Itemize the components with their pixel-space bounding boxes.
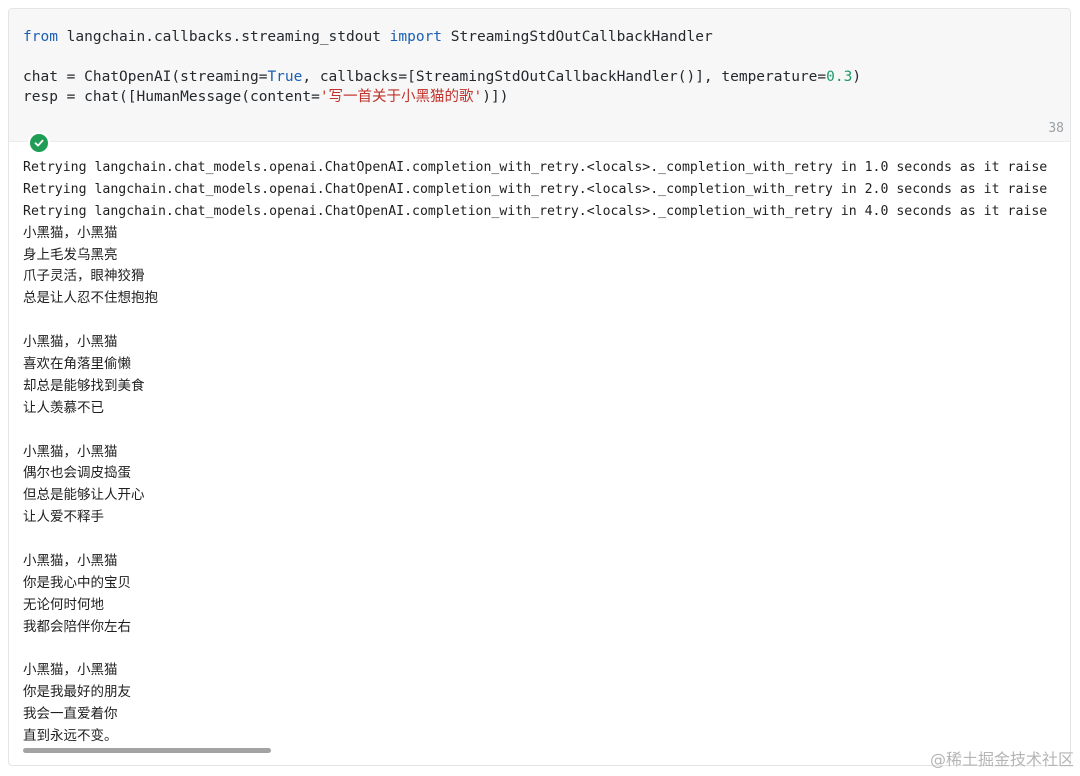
lyric-line: 喜欢在角落里偷懒 <box>23 356 131 373</box>
code-line-1: from langchain.callbacks.streaming_stdou… <box>23 27 713 47</box>
lyric-line: 让人羡慕不已 <box>23 399 104 416</box>
code-text: chat = ChatOpenAI(streaming= <box>23 69 268 85</box>
lyric-line: 你是我心中的宝贝 <box>23 574 131 591</box>
cell-output[interactable]: Retrying langchain.chat_models.openai.Ch… <box>23 157 1055 747</box>
code-line-4: resp = chat([HumanMessage(content='写一首关于… <box>23 87 508 107</box>
lyric-line: 总是让人忍不住想抱抱 <box>23 290 158 307</box>
code-line-3: chat = ChatOpenAI(streaming=True, callba… <box>23 67 861 87</box>
lyric-line: 我都会陪伴你左右 <box>23 618 131 635</box>
cell-divider <box>9 141 1070 142</box>
lyric-line: 小黑猫，小黑猫 <box>23 662 118 679</box>
notebook-cell[interactable]: from langchain.callbacks.streaming_stdou… <box>8 8 1071 766</box>
keyword-import: import <box>389 29 443 45</box>
code-editor[interactable]: from langchain.callbacks.streaming_stdou… <box>9 9 1070 141</box>
code-text: resp = chat([HumanMessage(content= <box>23 89 320 105</box>
lyric-line: 爪子灵活，眼神狡猾 <box>23 268 145 285</box>
module-name: langchain.callbacks.streaming_stdout <box>57 29 390 45</box>
lyric-line: 无论何时何地 <box>23 596 104 613</box>
retry-log-line: Retrying langchain.chat_models.openai.Ch… <box>23 160 1048 175</box>
execution-count: 38 <box>1048 121 1064 136</box>
horizontal-scrollbar[interactable] <box>23 748 1056 753</box>
retry-log-line: Retrying langchain.chat_models.openai.Ch… <box>23 203 1048 219</box>
lyric-line: 却总是能够找到美食 <box>23 377 145 394</box>
code-text: ) <box>852 69 862 85</box>
lyric-line: 小黑猫，小黑猫 <box>23 443 118 460</box>
bool-literal: True <box>267 69 303 85</box>
lyric-line: 小黑猫，小黑猫 <box>23 553 118 570</box>
imported-name: StreamingStdOutCallbackHandler <box>442 29 713 45</box>
lyric-line: 你是我最好的朋友 <box>23 684 131 701</box>
scrollbar-thumb[interactable] <box>23 748 271 753</box>
string-literal: '写一首关于小黑猫的歌' <box>319 89 483 105</box>
lyric-line: 我会一直爱着你 <box>23 706 118 723</box>
success-check-icon <box>28 132 50 154</box>
watermark: @稀土掘金技术社区 <box>929 750 1074 769</box>
lyric-line: 但总是能够让人开心 <box>23 487 145 504</box>
lyric-line: 小黑猫，小黑猫 <box>23 224 118 241</box>
lyric-line: 让人爱不释手 <box>23 509 104 526</box>
keyword-from: from <box>23 29 58 45</box>
lyric-line: 小黑猫，小黑猫 <box>23 334 118 351</box>
retry-log-line: Retrying langchain.chat_models.openai.Ch… <box>23 181 1048 197</box>
lyric-line: 身上毛发乌黑亮 <box>23 246 118 263</box>
number-literal: 0.3 <box>826 69 853 85</box>
lyric-line: 偶尔也会调皮捣蛋 <box>23 465 131 482</box>
code-text: , callbacks=[StreamingStdOutCallbackHand… <box>302 69 827 85</box>
code-text: )]) <box>482 89 509 105</box>
lyric-line: 直到永远不变。 <box>23 728 118 745</box>
